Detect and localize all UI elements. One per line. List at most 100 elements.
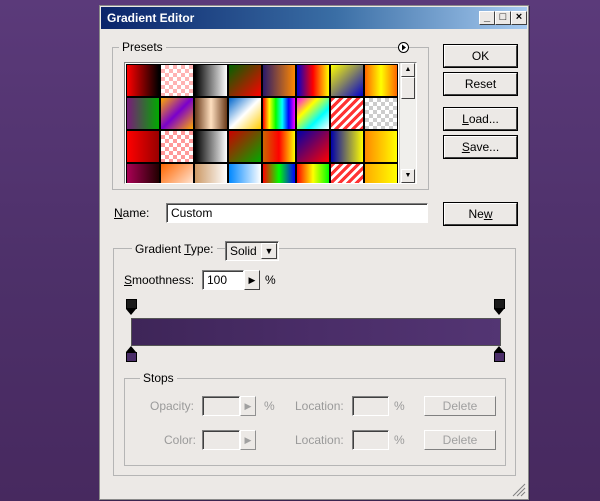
color-swatch-input[interactable] [202, 430, 240, 450]
preset-swatch[interactable] [263, 164, 295, 183]
preset-swatch[interactable] [161, 164, 193, 183]
preset-swatch[interactable] [263, 98, 295, 129]
preset-swatch[interactable] [229, 98, 261, 129]
scroll-down-button[interactable]: ▼ [401, 169, 415, 183]
arrow-right-circle-icon[interactable] [398, 42, 409, 53]
presets-scrollbar[interactable]: ▲ ▼ [399, 63, 416, 183]
preset-swatch[interactable] [365, 164, 397, 183]
opacity-location-unit: % [394, 399, 405, 413]
preset-swatch[interactable] [229, 131, 261, 162]
maximize-button[interactable]: □ [495, 11, 511, 25]
opacity-delete-button[interactable]: Delete [424, 396, 496, 416]
opacity-stop-cap [126, 299, 137, 309]
color-stop-swatch [494, 352, 505, 362]
stops-label: Stops [140, 371, 177, 385]
color-delete-button[interactable]: Delete [424, 430, 496, 450]
color-location-unit: % [394, 433, 405, 447]
gradient-type-mnemonic: T [184, 242, 191, 256]
opacity-location-label: Location: [295, 399, 344, 413]
opacity-location-input[interactable] [352, 396, 389, 416]
minimize-icon: _ [483, 11, 491, 23]
color-stop-right[interactable] [494, 346, 505, 362]
close-button[interactable]: × [511, 11, 527, 25]
gradient-editor-window: Gradient Editor _ □ × Presets ▲ ▼ OK Res… [99, 5, 529, 500]
new-label: Ne [468, 207, 484, 221]
preset-swatch[interactable] [297, 98, 329, 129]
preset-swatch[interactable] [229, 65, 261, 96]
preset-swatch[interactable] [161, 98, 193, 129]
title-bar[interactable]: Gradient Editor _ □ × [101, 7, 527, 29]
preset-swatch[interactable] [127, 98, 159, 129]
gradient-bar[interactable] [131, 318, 501, 346]
load-button[interactable]: Load... [443, 107, 518, 131]
gradient-type-label: Gradient Type: [132, 242, 217, 256]
name-label: Name: [114, 205, 149, 221]
save-mnemonic: S [461, 140, 470, 154]
chevron-down-icon[interactable]: ▼ [261, 243, 277, 259]
opacity-stop-right[interactable] [494, 299, 505, 315]
presets-label: Presets [119, 40, 166, 54]
load-label: oad... [468, 112, 499, 126]
preset-swatch[interactable] [229, 164, 261, 183]
preset-swatch[interactable] [297, 131, 329, 162]
window-title: Gradient Editor [107, 11, 195, 25]
smoothness-rest: moothness: [132, 273, 195, 287]
opacity-stop-left[interactable] [126, 299, 137, 315]
preset-swatch[interactable] [365, 131, 397, 162]
preset-swatch[interactable] [365, 98, 397, 129]
preset-swatch[interactable] [195, 131, 227, 162]
chevron-right-icon[interactable]: ▶ [240, 430, 256, 450]
new-button[interactable]: New [443, 202, 518, 226]
color-stop-left[interactable] [126, 346, 137, 362]
gradient-type-value: Solid [230, 244, 257, 258]
scroll-thumb[interactable] [401, 77, 415, 99]
preset-swatch[interactable] [297, 65, 329, 96]
color-location-label: Location: [295, 433, 344, 447]
opacity-stop-cap [494, 299, 505, 309]
stops-group [124, 378, 506, 466]
name-input[interactable]: Custom [166, 203, 428, 223]
color-label: Color: [164, 433, 197, 447]
preset-swatch[interactable] [161, 131, 193, 162]
gradient-type-prefix: Gradient [135, 242, 185, 256]
chevron-right-icon[interactable]: ▶ [240, 396, 256, 416]
preset-swatch[interactable] [331, 65, 363, 96]
preset-swatch[interactable] [161, 65, 193, 96]
preset-swatch[interactable] [331, 164, 363, 183]
save-button[interactable]: Save... [443, 135, 518, 159]
preset-swatch[interactable] [263, 131, 295, 162]
smoothness-unit: % [265, 273, 276, 287]
preset-swatch[interactable] [195, 65, 227, 96]
preset-swatch[interactable] [297, 164, 329, 183]
preset-swatch[interactable] [127, 65, 159, 96]
chevron-right-icon[interactable]: ▶ [244, 270, 260, 290]
ok-label: OK [471, 49, 490, 63]
preset-swatch[interactable] [195, 164, 227, 183]
ok-button[interactable]: OK [443, 44, 518, 68]
preset-swatch[interactable] [127, 164, 159, 183]
opacity-delete-label: Delete [442, 399, 478, 413]
opacity-label: Opacity: [150, 399, 195, 413]
preset-swatch[interactable] [263, 65, 295, 96]
color-delete-label: Delete [442, 433, 478, 447]
new-mnemonic: w [483, 207, 493, 221]
opacity-input[interactable] [202, 396, 240, 416]
color-location-input[interactable] [352, 430, 389, 450]
color-stop-swatch [126, 352, 137, 362]
minimize-button[interactable]: _ [479, 11, 495, 25]
smoothness-input[interactable]: 100 [202, 270, 244, 290]
preset-swatch[interactable] [365, 65, 397, 96]
maximize-icon: □ [499, 11, 507, 23]
scroll-up-button[interactable]: ▲ [401, 63, 415, 77]
gradient-type-rest: ype: [190, 242, 214, 256]
gradient-type-select[interactable]: Solid ▼ [225, 241, 279, 261]
preset-swatch[interactable] [331, 131, 363, 162]
preset-swatch[interactable] [195, 98, 227, 129]
preset-swatch[interactable] [127, 131, 159, 162]
reset-label: Reset [464, 77, 497, 91]
preset-swatch[interactable] [331, 98, 363, 129]
reset-button[interactable]: Reset [443, 72, 518, 96]
resize-grip-icon[interactable] [512, 483, 526, 497]
save-label: ave... [469, 140, 500, 154]
presets-list[interactable]: ▲ ▼ [124, 62, 417, 184]
